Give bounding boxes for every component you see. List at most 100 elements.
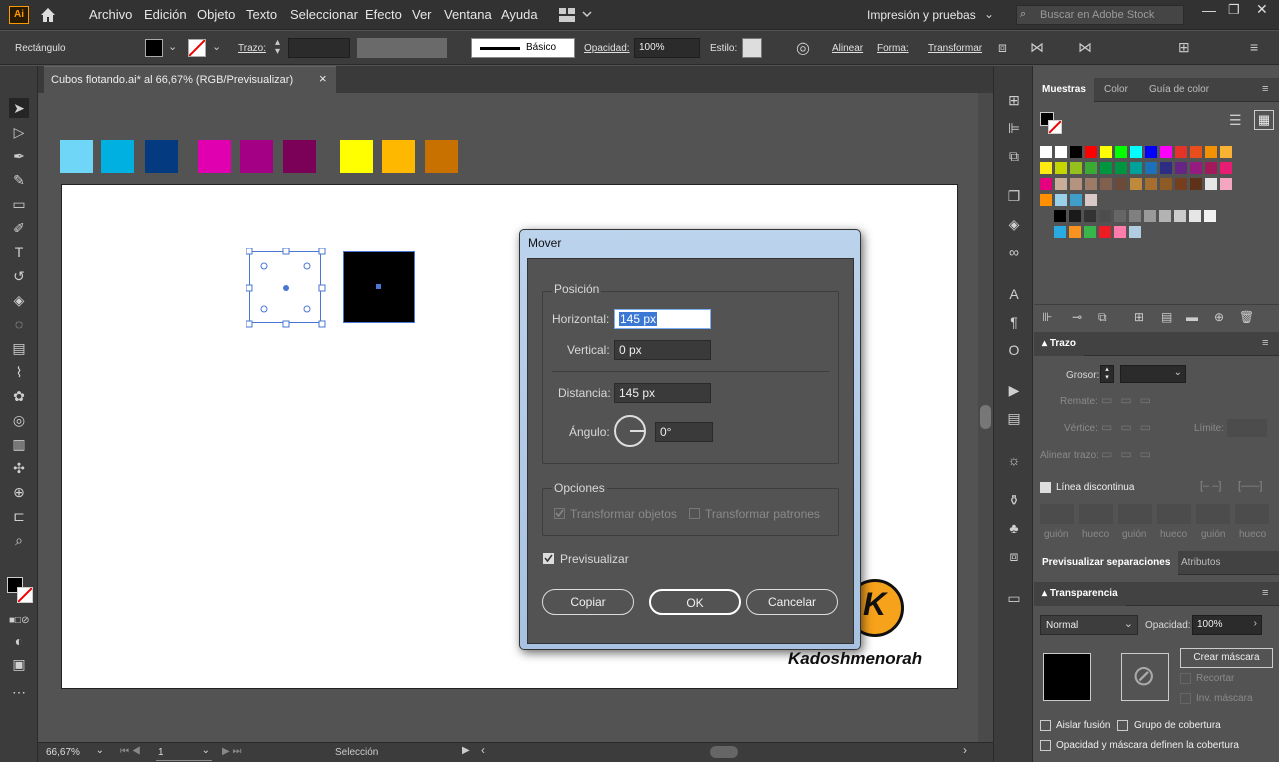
arrange-grid-icon[interactable]: ⊞ xyxy=(1178,39,1190,56)
swatch-chip[interactable] xyxy=(1040,146,1052,158)
swatch-chip[interactable] xyxy=(1070,194,1082,206)
swatch-chip[interactable] xyxy=(1040,162,1052,174)
character-panel-icon[interactable]: A xyxy=(1004,284,1024,304)
dash-preserve-icon[interactable]: [‒ ‒] xyxy=(1200,480,1221,492)
tab-muestras[interactable]: Muestras xyxy=(1034,78,1094,102)
swatch-chip[interactable] xyxy=(1055,146,1067,158)
swatch-chip[interactable] xyxy=(1129,226,1141,238)
swatch-chip[interactable] xyxy=(1130,146,1142,158)
transform-each-icon[interactable]: ⋈ xyxy=(1030,39,1044,56)
brush-style-select[interactable]: Básico xyxy=(471,38,575,58)
paintbrush-tool-icon[interactable]: ✐ xyxy=(9,218,29,238)
zoom-tool-icon[interactable]: ⌕ xyxy=(9,530,29,550)
swatch-library-icon[interactable]: ▤ xyxy=(1161,310,1172,324)
menu-ayuda[interactable]: Ayuda xyxy=(501,7,538,22)
variable-width-profile[interactable] xyxy=(357,38,447,58)
swatch-chip[interactable] xyxy=(1115,146,1127,158)
color-mode-icon[interactable]: ■□⊘ xyxy=(9,611,29,631)
aislar-fusion-checkbox[interactable] xyxy=(1040,720,1051,731)
eyedropper-tool-icon[interactable]: ⌇ xyxy=(9,362,29,382)
swatch-chip[interactable] xyxy=(1205,162,1217,174)
inv-mascara-checkbox[interactable] xyxy=(1180,693,1191,704)
canvas-color-swatch[interactable] xyxy=(60,140,93,173)
workspace-switcher[interactable]: Impresión y pruebas xyxy=(867,8,976,22)
blend-mode-select[interactable]: Normal ⌄ xyxy=(1040,615,1138,635)
ok-button[interactable]: OK xyxy=(649,589,741,615)
swatch-chip[interactable] xyxy=(1145,146,1157,158)
rectangle-tool-icon[interactable]: ▭ xyxy=(9,194,29,214)
stock-search-input[interactable]: ⌕ Buscar en Adobe Stock xyxy=(1016,5,1184,25)
copiar-button[interactable]: Copiar xyxy=(542,589,634,615)
panel-menu-icon[interactable]: ≡ xyxy=(1250,39,1258,55)
scroll-right-icon[interactable]: › xyxy=(963,743,967,757)
scroll-left-icon[interactable]: ‹ xyxy=(481,743,485,757)
horizontal-scroll-thumb[interactable] xyxy=(710,746,738,758)
restore-icon[interactable]: ❐ xyxy=(1228,2,1240,18)
swatch-chip[interactable] xyxy=(1070,178,1082,190)
tab-trazo[interactable]: ▴ Trazo xyxy=(1034,332,1084,356)
swatch-chip[interactable] xyxy=(1145,162,1157,174)
align-panel-icon[interactable]: ⊫ xyxy=(1004,118,1024,138)
swatch-chip[interactable] xyxy=(1205,178,1217,190)
selection-tool-icon[interactable]: ➤ xyxy=(9,98,29,118)
tab-guia-de-color[interactable]: Guía de color xyxy=(1141,78,1217,102)
show-kinds-icon[interactable]: ⊸ xyxy=(1072,310,1082,324)
artboard-tool-icon[interactable]: ⊏ xyxy=(9,506,29,526)
swatch-chip[interactable] xyxy=(1129,210,1141,222)
swatch-chip[interactable] xyxy=(1085,146,1097,158)
swatch-chip[interactable] xyxy=(1190,178,1202,190)
zoom-level-select[interactable]: 66,67% ⌄ xyxy=(44,745,106,761)
swatch-chip[interactable] xyxy=(1085,162,1097,174)
swatch-chip[interactable] xyxy=(1130,162,1142,174)
swatch-chip[interactable] xyxy=(1160,178,1172,190)
distancia-input[interactable]: 145 px xyxy=(614,383,711,403)
crear-mascara-button[interactable]: Crear máscara xyxy=(1180,648,1273,668)
chevron-down-icon[interactable]: ⌄ xyxy=(212,40,221,53)
swatch-chip[interactable] xyxy=(1174,210,1186,222)
swatch-chip[interactable] xyxy=(1099,210,1111,222)
menu-texto[interactable]: Texto xyxy=(246,7,277,22)
list-view-icon[interactable]: ☰ xyxy=(1229,112,1242,129)
swatch-chip[interactable] xyxy=(1070,162,1082,174)
trash-icon[interactable]: 🗑 xyxy=(1239,310,1254,324)
swatch-chip[interactable] xyxy=(1099,226,1111,238)
swatch-chip[interactable] xyxy=(1069,226,1081,238)
swatch-chip[interactable] xyxy=(1055,194,1067,206)
shape-builder-tool-icon[interactable]: ⊕ xyxy=(9,482,29,502)
tab-transparencia[interactable]: ▴ Transparencia xyxy=(1034,582,1126,606)
trazo-label[interactable]: Trazo: xyxy=(238,43,266,54)
menu-ver[interactable]: Ver xyxy=(412,7,432,22)
more-tools-icon[interactable]: ⋯ xyxy=(9,682,29,702)
new-swatch-icon[interactable]: ⊕ xyxy=(1214,310,1224,324)
opacity-input[interactable]: 100% xyxy=(634,38,700,58)
paragraph-panel-icon[interactable]: ¶ xyxy=(1004,312,1024,332)
gradient-panel-icon[interactable]: ▭ xyxy=(1004,588,1024,608)
swatch-chip[interactable] xyxy=(1085,194,1097,206)
swatch-chip[interactable] xyxy=(1100,178,1112,190)
symbols-panel-icon[interactable]: ♣ xyxy=(1004,518,1024,538)
swatch-chip[interactable] xyxy=(1175,146,1187,158)
document-tab[interactable]: Cubos flotando.ai* al 66,67% (RGB/Previs… xyxy=(44,66,336,93)
links-panel-icon[interactable]: ∞ xyxy=(1004,242,1024,262)
gradient-tool-icon[interactable]: ▤ xyxy=(9,338,29,358)
menu-efecto[interactable]: Efecto xyxy=(365,7,402,22)
menu-archivo[interactable]: Archivo xyxy=(89,7,132,22)
swatch-grid[interactable] xyxy=(1040,146,1270,238)
tab-previsualizar-separaciones[interactable]: Previsualizar separaciones xyxy=(1034,551,1179,575)
menu-seleccionar[interactable]: Seleccionar xyxy=(290,7,358,22)
vertical-scrollbar[interactable] xyxy=(978,93,993,742)
selected-rectangle-outline[interactable] xyxy=(246,248,326,328)
swatch-chip[interactable] xyxy=(1084,226,1096,238)
type-tool-icon[interactable]: T xyxy=(9,242,29,262)
corner-buttons[interactable]: ▭▭▭ xyxy=(1101,420,1165,438)
swatch-chip[interactable] xyxy=(1175,178,1187,190)
swatch-chip[interactable] xyxy=(1204,210,1216,222)
dash-align-icon[interactable]: [‒‒‒] xyxy=(1238,480,1262,492)
puppet-warp-tool-icon[interactable]: ✣ xyxy=(9,458,29,478)
swatch-chip[interactable] xyxy=(1115,162,1127,174)
transform-panel-icon[interactable]: ❐ xyxy=(1004,186,1024,206)
panel-menu-icon[interactable]: ≡ xyxy=(1262,587,1268,599)
stroke-stepper-icon[interactable]: ▴ ▾ xyxy=(275,38,280,57)
swatch-chip[interactable] xyxy=(1040,194,1052,206)
swatch-chip[interactable] xyxy=(1085,178,1097,190)
